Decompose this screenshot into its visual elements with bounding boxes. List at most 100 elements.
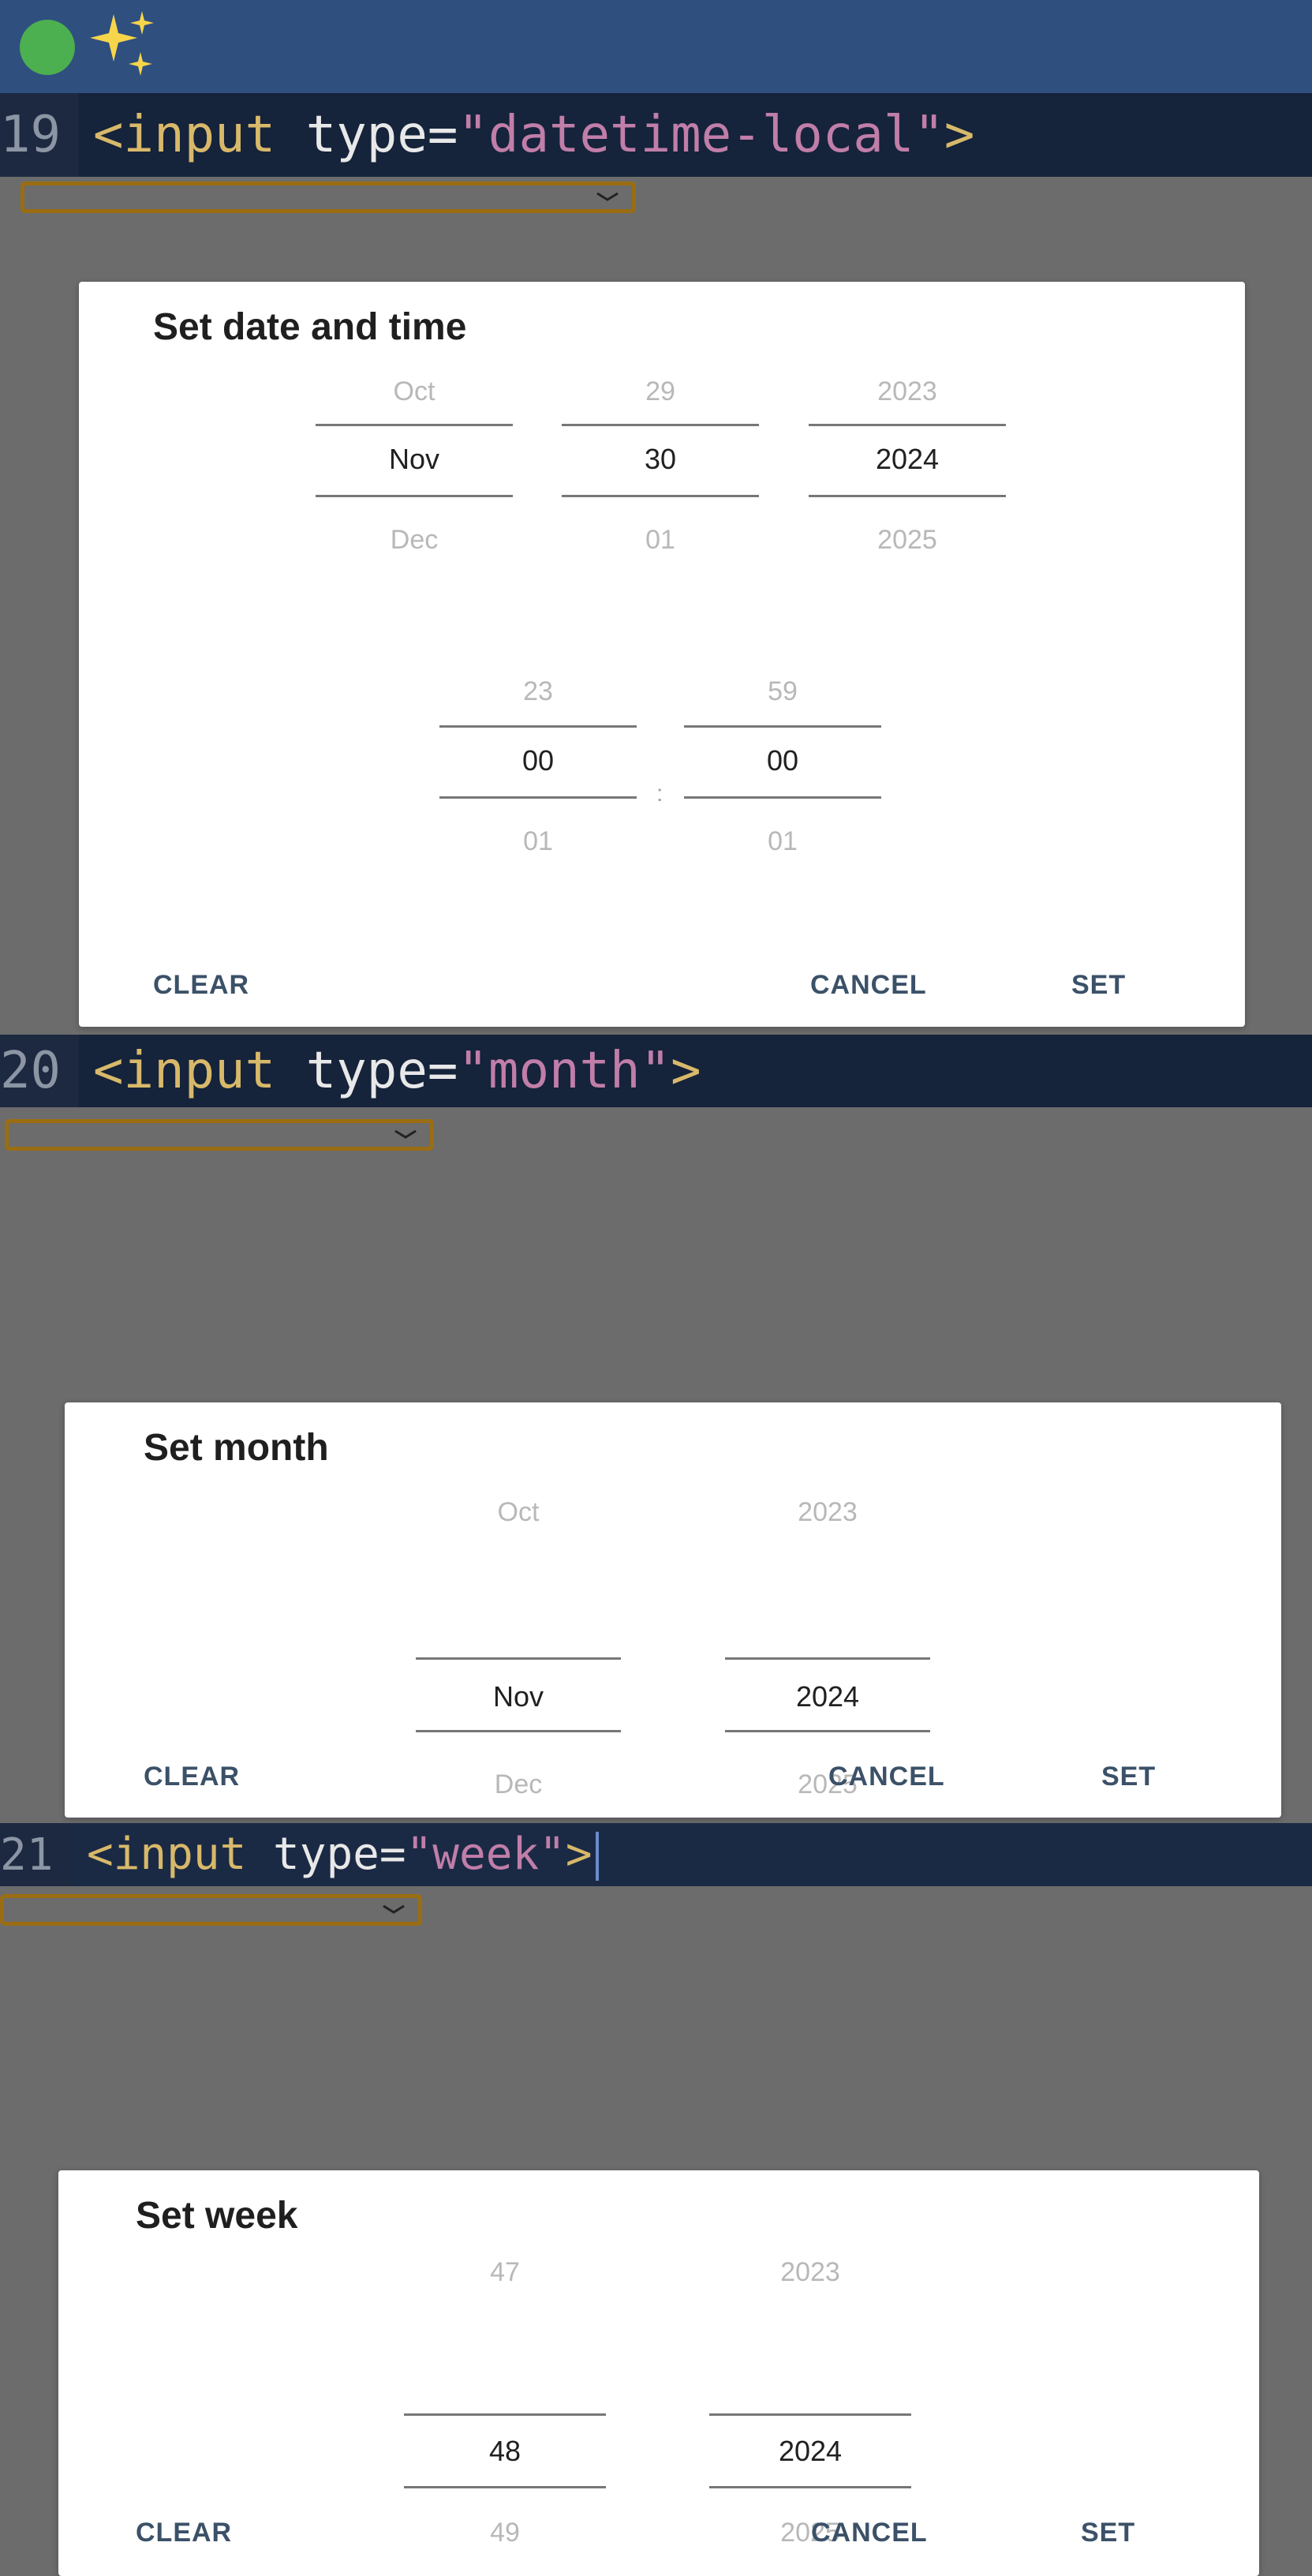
divider: [439, 725, 637, 728]
code-line-20: 20 <input type="month">: [0, 1035, 1312, 1107]
code-tag-close: >: [565, 1828, 592, 1880]
chevron-down-icon: [394, 1129, 417, 1139]
code-string: "month": [458, 1042, 671, 1100]
year-prev[interactable]: 2023: [809, 376, 1006, 407]
year-spinner[interactable]: 2023 2024 2025: [709, 2257, 911, 2548]
dialog-title: Set week: [136, 2195, 298, 2237]
code-tag-open: <input: [93, 106, 276, 164]
month-next[interactable]: Dec: [316, 525, 513, 556]
code-attr: type: [305, 106, 428, 164]
set-button[interactable]: SET: [1081, 2518, 1135, 2548]
divider: [404, 2413, 606, 2416]
hour-prev[interactable]: 23: [439, 676, 637, 707]
month-prev[interactable]: Oct: [416, 1497, 621, 1528]
line-number: 21: [0, 1823, 73, 1886]
set-button[interactable]: SET: [1101, 1762, 1156, 1792]
minute-next[interactable]: 01: [684, 826, 881, 857]
hour-current[interactable]: 00: [439, 744, 637, 777]
divider: [684, 725, 881, 728]
week-next[interactable]: 49: [404, 2518, 606, 2548]
divider: [684, 796, 881, 799]
clear-button[interactable]: CLEAR: [153, 970, 249, 1001]
text-cursor: [595, 1832, 599, 1881]
code-string: "week": [406, 1828, 566, 1880]
clear-button[interactable]: CLEAR: [136, 2518, 232, 2548]
datetime-local-input[interactable]: [21, 182, 636, 213]
year-next[interactable]: 2025: [809, 525, 1006, 556]
code-equals: =: [427, 106, 458, 164]
minute-current[interactable]: 00: [684, 744, 881, 777]
day-current[interactable]: 30: [562, 443, 759, 476]
month-dialog: Set month Oct Nov Dec 2023 2024 2025 CLE…: [65, 1402, 1281, 1818]
year-spinner[interactable]: 2023 2024 2025: [725, 1497, 930, 1799]
code-equals: =: [379, 1828, 406, 1880]
code-attr: type: [305, 1042, 428, 1100]
divider: [404, 2486, 606, 2488]
year-current[interactable]: 2024: [725, 1680, 930, 1713]
sparkles-icon: [90, 11, 154, 76]
divider: [562, 424, 759, 426]
divider: [316, 424, 513, 426]
month-current[interactable]: Nov: [316, 443, 513, 476]
month-current[interactable]: Nov: [416, 1680, 621, 1713]
hour-next[interactable]: 01: [439, 826, 637, 857]
code-string: "datetime-local": [458, 106, 944, 164]
week-dialog: Set week 47 48 49 2023 2024 2025 CLEAR C…: [58, 2170, 1259, 2576]
time-separator: :: [656, 781, 663, 807]
code-tag-open: <input: [93, 1042, 276, 1100]
divider: [809, 495, 1006, 497]
hour-spinner[interactable]: 23 00 01: [439, 676, 637, 856]
set-button[interactable]: SET: [1071, 970, 1126, 1001]
month-spinner[interactable]: Oct Nov Dec: [316, 376, 513, 555]
cancel-button[interactable]: CANCEL: [810, 970, 927, 1001]
year-current[interactable]: 2024: [809, 443, 1006, 476]
year-prev[interactable]: 2023: [725, 1497, 930, 1528]
divider: [416, 1657, 621, 1660]
year-spinner[interactable]: 2023 2024 2025: [809, 376, 1006, 555]
month-input[interactable]: [5, 1119, 434, 1151]
month-next[interactable]: Dec: [416, 1769, 621, 1800]
divider: [725, 1657, 930, 1660]
status-indicator: [20, 20, 75, 75]
code-tag-close: >: [671, 1042, 701, 1100]
code-attr: type: [273, 1828, 379, 1880]
week-current[interactable]: 48: [404, 2435, 606, 2468]
cancel-button[interactable]: CANCEL: [828, 1762, 945, 1792]
minute-spinner[interactable]: 59 00 01: [684, 676, 881, 856]
cancel-button[interactable]: CANCEL: [811, 2518, 928, 2548]
divider: [562, 495, 759, 497]
day-spinner[interactable]: 29 30 01: [562, 376, 759, 555]
divider: [316, 495, 513, 497]
top-header: [0, 0, 1312, 93]
week-prev[interactable]: 47: [404, 2257, 606, 2288]
year-current[interactable]: 2024: [709, 2435, 911, 2468]
divider: [416, 1730, 621, 1732]
divider: [725, 1730, 930, 1732]
code-equals: =: [427, 1042, 458, 1100]
code-line-19: 19 <input type="datetime-local">: [0, 93, 1312, 177]
year-prev[interactable]: 2023: [709, 2257, 911, 2288]
code-line-21: 21 <input type="week">: [0, 1823, 1312, 1886]
divider: [809, 424, 1006, 426]
chevron-down-icon: [383, 1904, 405, 1914]
day-next[interactable]: 01: [562, 525, 759, 556]
datetime-dialog: Set date and time Oct Nov Dec 29 30 01 2…: [79, 282, 1245, 1027]
divider: [439, 796, 637, 799]
month-spinner[interactable]: Oct Nov Dec: [416, 1497, 621, 1799]
code-tag-close: >: [944, 106, 975, 164]
divider: [709, 2413, 911, 2416]
screen: 19 <input type="datetime-local"> Set dat…: [0, 0, 1312, 2576]
clear-button[interactable]: CLEAR: [144, 1762, 240, 1792]
month-prev[interactable]: Oct: [316, 376, 513, 407]
day-prev[interactable]: 29: [562, 376, 759, 407]
week-spinner[interactable]: 47 48 49: [404, 2257, 606, 2548]
line-number: 20: [0, 1035, 79, 1107]
dialog-title: Set month: [144, 1427, 329, 1469]
minute-prev[interactable]: 59: [684, 676, 881, 707]
code-tag-open: <input: [87, 1828, 247, 1880]
code-text: <input type="week">: [73, 1829, 599, 1881]
week-input[interactable]: [0, 1894, 422, 1926]
dialog-title: Set date and time: [153, 306, 467, 348]
code-text: <input type="datetime-local">: [79, 106, 974, 164]
divider: [709, 2486, 911, 2488]
